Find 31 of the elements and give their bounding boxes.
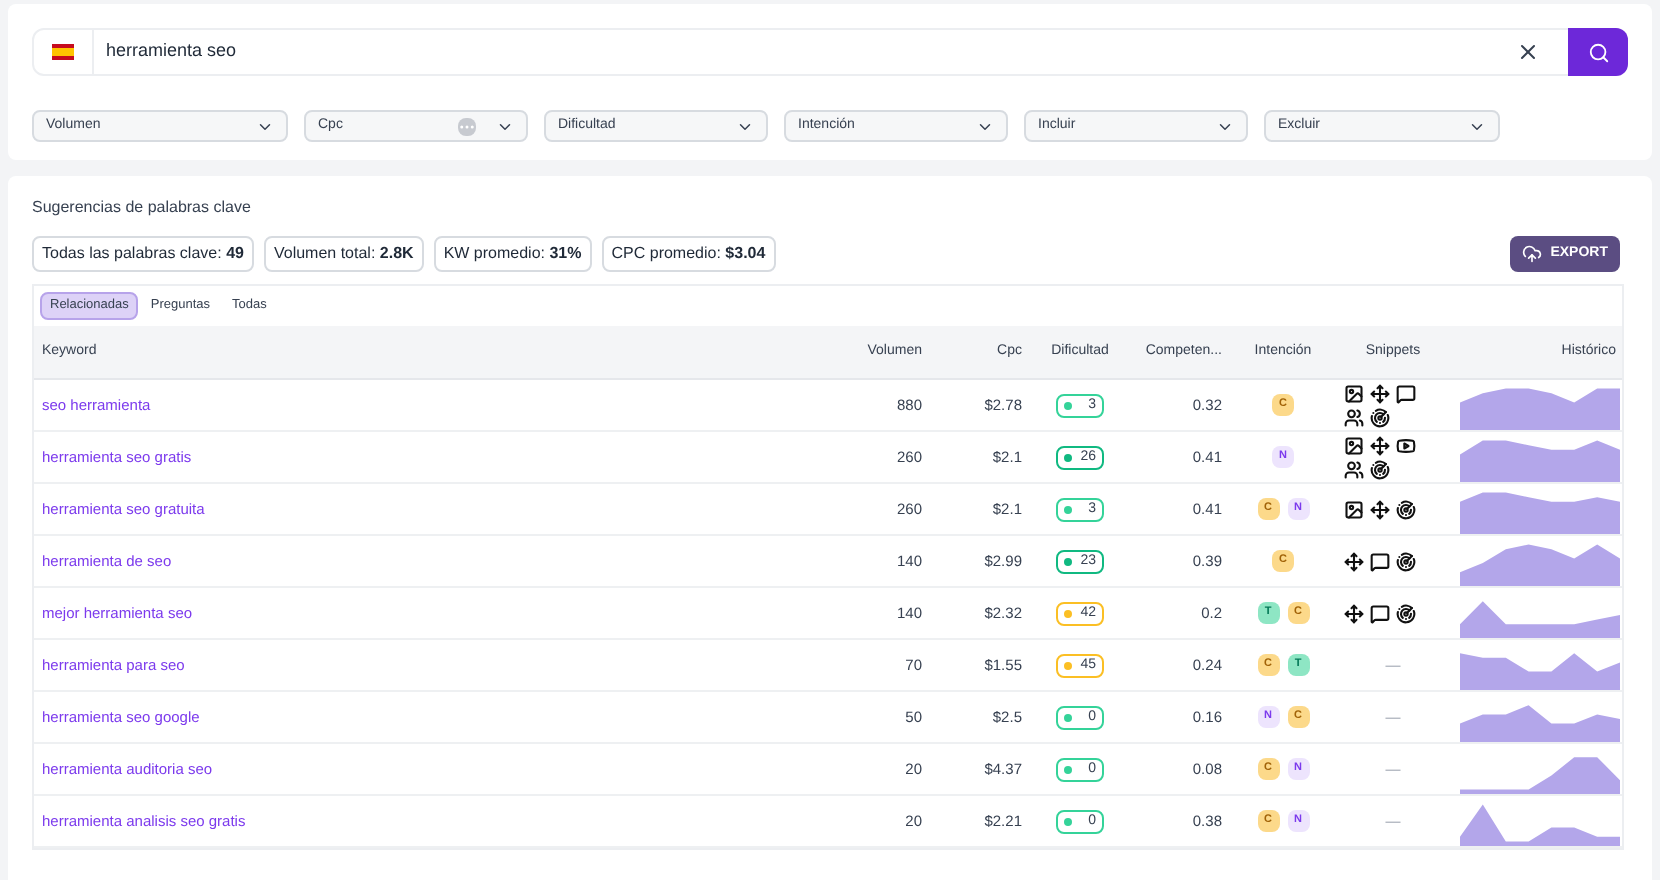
radar-icon xyxy=(1370,459,1390,479)
image-icon xyxy=(1344,435,1364,455)
section-title: Sugerencias de palabras clave xyxy=(32,196,253,220)
radar-icon xyxy=(1370,407,1390,427)
chat-icon xyxy=(1370,551,1390,571)
move-arrows-icon xyxy=(1370,435,1390,455)
search-icon xyxy=(1587,41,1609,63)
image-icon xyxy=(1344,383,1364,403)
move-arrows-icon xyxy=(1370,499,1390,519)
image-icon xyxy=(1344,499,1364,519)
search-button[interactable] xyxy=(1568,28,1628,76)
cloud-upload-icon xyxy=(1522,244,1543,264)
people-icon xyxy=(1344,459,1364,479)
stat-chip: Todas las palabras clave: 49 xyxy=(32,236,254,272)
close-icon xyxy=(1516,40,1540,64)
chat-icon xyxy=(1396,383,1416,403)
radar-icon xyxy=(1396,603,1416,623)
search-field[interactable]: herramienta seo xyxy=(32,28,1628,76)
stat-chip: Volumen total: 2.8K xyxy=(263,236,424,272)
stat-chip: KW promedio: 31% xyxy=(433,236,592,272)
chat-icon xyxy=(1370,603,1390,623)
radar-icon xyxy=(1396,551,1416,571)
currency-icon xyxy=(458,117,476,135)
video-icon xyxy=(1396,435,1416,455)
move-arrows-icon xyxy=(1344,603,1364,623)
people-icon xyxy=(1344,407,1364,427)
stat-chip: CPC promedio: $3.04 xyxy=(601,236,776,272)
move-arrows-icon xyxy=(1370,383,1390,403)
radar-icon xyxy=(1396,499,1416,519)
flag-icon xyxy=(52,44,74,60)
move-arrows-icon xyxy=(1344,551,1364,571)
